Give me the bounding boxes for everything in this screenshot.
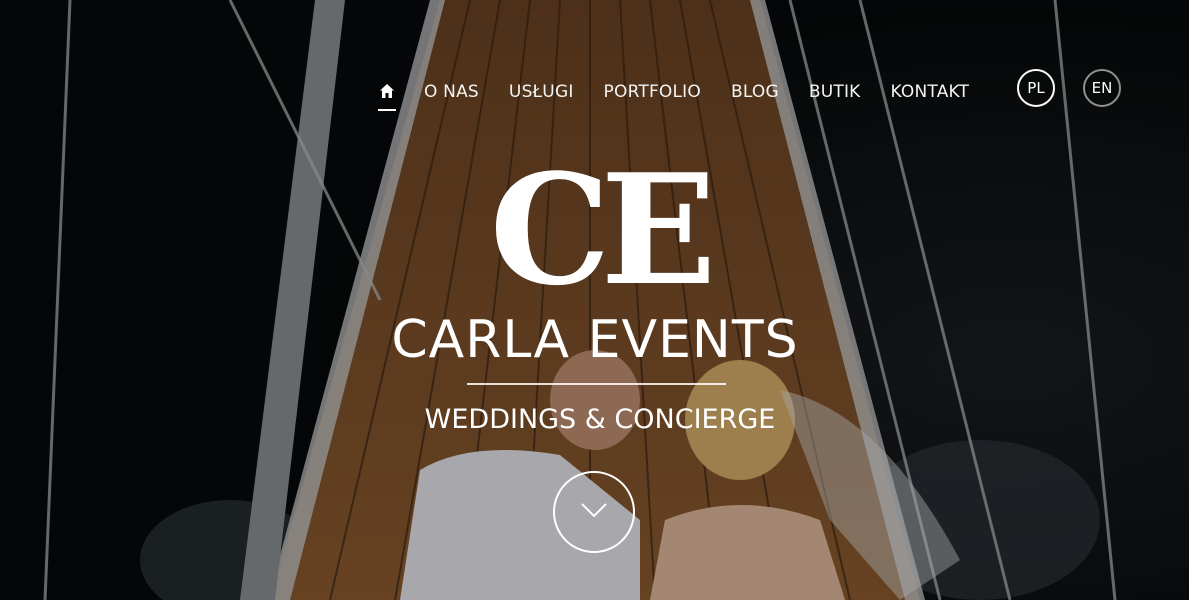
nav-item-blog[interactable]: BLOG	[731, 82, 779, 102]
brand-monogram: CE	[489, 140, 717, 319]
nav-item-o-nas[interactable]: O NAS	[424, 82, 479, 102]
chevron-down-icon	[579, 501, 609, 524]
nav-item-butik[interactable]: BUTIK	[809, 82, 861, 102]
nav-item-kontakt[interactable]: KONTAKT	[891, 82, 970, 102]
brand-name: CARLA EVENTS	[391, 310, 799, 370]
scroll-down-button[interactable]	[553, 471, 635, 553]
hero-section: O NAS USŁUGI PORTFOLIO BLOG BUTIK KONTAK…	[0, 0, 1189, 600]
home-icon[interactable]	[378, 82, 396, 111]
brand-tagline: WEDDINGS & CONCIERGE	[424, 404, 776, 435]
language-en-button[interactable]: EN	[1083, 69, 1121, 107]
brand-divider	[467, 383, 726, 385]
nav-item-portfolio[interactable]: PORTFOLIO	[604, 82, 701, 102]
language-pl-button[interactable]: PL	[1017, 69, 1055, 107]
nav-item-uslugi[interactable]: USŁUGI	[509, 82, 574, 102]
main-navigation: O NAS USŁUGI PORTFOLIO BLOG BUTIK KONTAK…	[378, 72, 999, 112]
